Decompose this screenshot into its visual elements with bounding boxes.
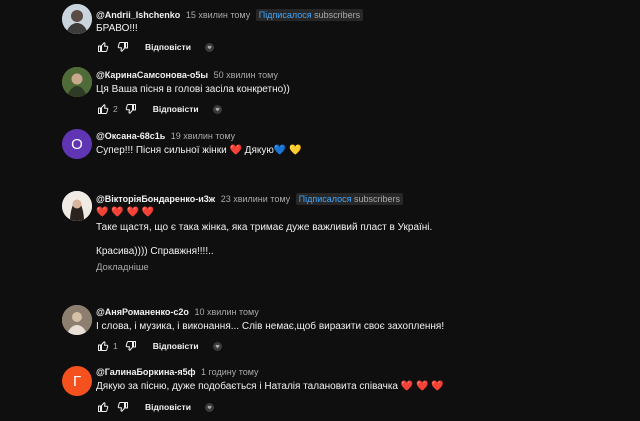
thumbs-down-icon	[117, 401, 129, 413]
creator-heart-icon[interactable]	[212, 104, 222, 114]
reply-button[interactable]: Відповісти	[153, 104, 199, 114]
like-button[interactable]	[96, 102, 110, 116]
badge-ua-text: Підписалося	[258, 10, 312, 20]
comment-header: @ВікторіяБондаренко-и3ж 23 хвилини тому …	[96, 193, 404, 205]
timestamp[interactable]: 50 хвилин тому	[214, 70, 278, 80]
author-name[interactable]: @Оксана-68с1ь	[96, 131, 165, 141]
badge-en-text: subscribers	[314, 10, 361, 20]
creator-heart-icon[interactable]	[212, 341, 222, 351]
comment-text: БРАВО!!!	[96, 23, 138, 34]
comment-header: @Andrii_Ishchenko 15 хвилин тому Підписа…	[96, 9, 364, 21]
dislike-button[interactable]	[116, 40, 130, 54]
avatar-letter: О	[71, 135, 83, 153]
dislike-button[interactable]	[124, 339, 138, 353]
dislike-button[interactable]	[116, 400, 130, 414]
comment-actions: Відповісти	[96, 400, 214, 414]
comment-text: Супер!!! Пісня сильної жінки ❤️ Дякую💙 💛	[96, 145, 302, 156]
author-name[interactable]: @КаринаСамсонова-о5ы	[96, 70, 208, 80]
like-button[interactable]	[96, 40, 110, 54]
timestamp[interactable]: 10 хвилин тому	[194, 307, 258, 317]
comment-header: @Оксана-68с1ь 19 хвилин тому	[96, 131, 235, 141]
comment-header: @АняРоманенко-с2о 10 хвилин тому	[96, 307, 259, 317]
timestamp[interactable]: 19 хвилин тому	[171, 131, 235, 141]
subscriber-badge: Підписалося subscribers	[295, 193, 404, 205]
creator-heart-icon[interactable]	[204, 42, 214, 52]
comment-header: @КаринаСамсонова-о5ы 50 хвилин тому	[96, 70, 278, 80]
thumbs-up-icon	[97, 41, 109, 53]
avatar[interactable]	[62, 4, 92, 34]
reply-button[interactable]: Відповісти	[145, 402, 191, 412]
reply-button[interactable]: Відповісти	[145, 42, 191, 52]
read-more-link[interactable]: Докладніше	[96, 262, 149, 273]
like-count: 1	[113, 341, 118, 351]
author-name[interactable]: @ГалинаБоркина-я5ф	[96, 367, 196, 377]
thumbs-up-icon	[97, 340, 109, 352]
dislike-button[interactable]	[124, 102, 138, 116]
timestamp[interactable]: 23 хвилини тому	[221, 194, 290, 204]
like-button[interactable]	[96, 339, 110, 353]
comment-text: Таке щастя, що є така жінка, яка тримає …	[96, 222, 433, 233]
author-name[interactable]: @ВікторіяБондаренко-и3ж	[96, 194, 215, 204]
thumbs-down-icon	[125, 103, 137, 115]
avatar-letter: Г	[72, 372, 82, 390]
hearts-line: ❤️ ❤️ ❤️ ❤️	[96, 207, 155, 218]
badge-en-text: subscribers	[354, 194, 401, 204]
comment-text: Дякую за пісню, дуже подобається і Натал…	[96, 381, 444, 392]
subscriber-badge: Підписалося subscribers	[255, 9, 364, 21]
avatar[interactable]: О	[62, 129, 92, 159]
like-count: 2	[113, 104, 118, 114]
comment-actions: 2 Відповісти	[96, 102, 222, 116]
timestamp[interactable]: 1 годину тому	[201, 367, 258, 377]
comment-text: Ця Ваша пісня в голові засіла конкретно)…	[96, 84, 290, 95]
comment-text: І слова, і музика, і виконання... Слів н…	[96, 321, 445, 332]
thumbs-up-icon	[97, 401, 109, 413]
author-name[interactable]: @АняРоманенко-с2о	[96, 307, 189, 317]
comment-text-2: Красива)))) Справжня!!!!..	[96, 246, 214, 257]
thumbs-down-icon	[117, 41, 129, 53]
avatar[interactable]	[62, 67, 92, 97]
author-name[interactable]: @Andrii_Ishchenko	[96, 10, 180, 20]
thumbs-down-icon	[125, 340, 137, 352]
reply-button[interactable]: Відповісти	[153, 341, 199, 351]
like-button[interactable]	[96, 400, 110, 414]
thumbs-up-icon	[97, 103, 109, 115]
comment-header: @ГалинаБоркина-я5ф 1 годину тому	[96, 367, 259, 377]
timestamp[interactable]: 15 хвилин тому	[186, 10, 250, 20]
avatar[interactable]	[62, 191, 92, 221]
comment-actions: 1 Відповісти	[96, 339, 222, 353]
avatar[interactable]: Г	[62, 366, 92, 396]
avatar[interactable]	[62, 305, 92, 335]
creator-heart-icon[interactable]	[204, 402, 214, 412]
comment-actions: Відповісти	[96, 40, 214, 54]
badge-ua-text: Підписалося	[298, 194, 352, 204]
